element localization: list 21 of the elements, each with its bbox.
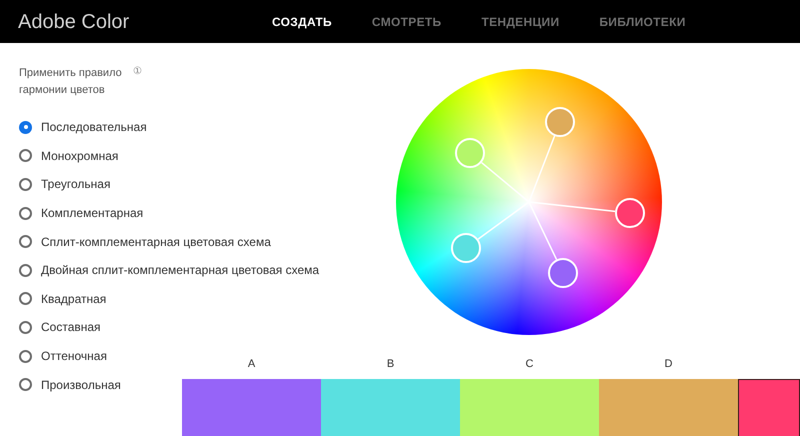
logo-text: Adobe Color — [17, 10, 130, 34]
nav-tab[interactable]: ТЕНДЕНЦИИ — [481, 12, 560, 30]
nav-tab[interactable]: СМОТРЕТЬ — [372, 12, 442, 30]
radio-label[interactable]: Треугольная — [41, 175, 110, 194]
radio-label[interactable]: Составная — [41, 318, 101, 336]
radio-label[interactable]: Квадратная — [41, 290, 106, 308]
radio-label[interactable]: Сплит-комплементарная цветовая схема — [41, 232, 271, 251]
section-heading: Применить правило гармонии цветов — [19, 66, 123, 98]
swatch-label: D — [664, 357, 672, 372]
swatch-label: C — [526, 357, 534, 372]
swatch-label: B — [386, 357, 394, 372]
swatch-label: A — [248, 357, 256, 372]
nav-tab[interactable]: БИБЛИОТЕКИ — [599, 12, 686, 30]
radio-label[interactable]: Монохромная — [41, 146, 118, 165]
radio-label[interactable]: Двойная сплит-комплементарная цветовая схема — [41, 261, 320, 280]
radio-label[interactable]: Оттеночная — [41, 347, 107, 366]
radio-label[interactable]: Последовательная — [41, 118, 147, 136]
radio-label[interactable]: Произвольная — [41, 376, 121, 394]
info-icon[interactable]: ① — [133, 66, 142, 78]
nav-tab[interactable]: СОЗДАТЬ — [272, 12, 332, 30]
radio-label[interactable]: Комплементарная — [41, 204, 144, 222]
